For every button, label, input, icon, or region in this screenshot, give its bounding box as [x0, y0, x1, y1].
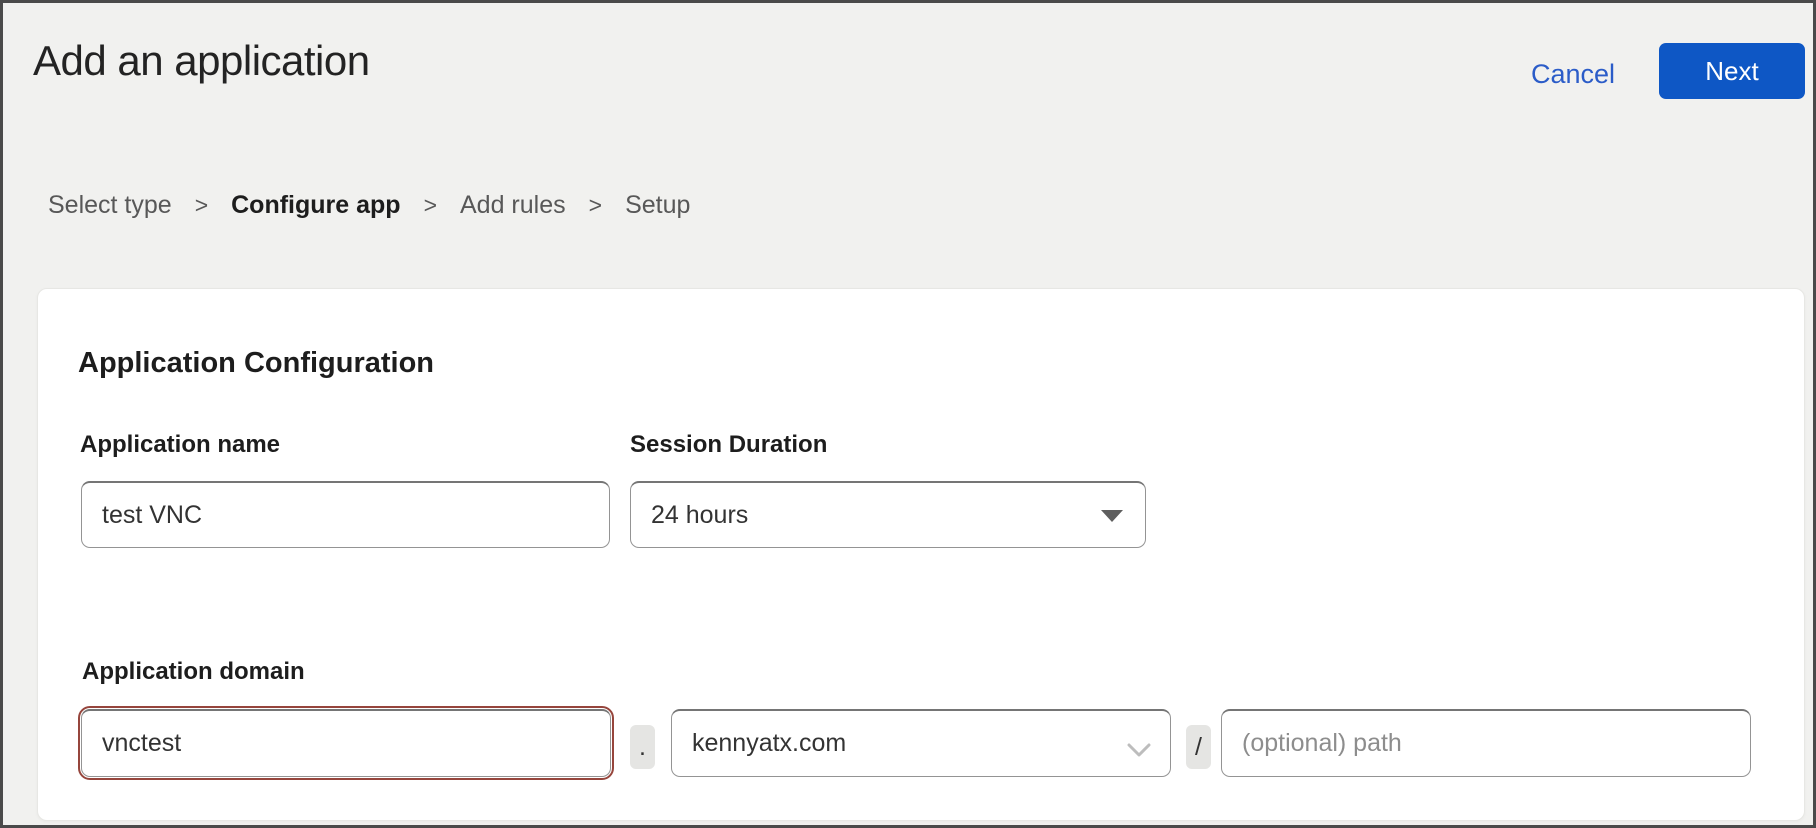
add-application-page: Add an application Cancel Next Select ty…: [0, 0, 1816, 828]
application-name-input[interactable]: [81, 481, 610, 548]
domain-select[interactable]: kennyatx.com: [671, 709, 1171, 777]
cancel-button[interactable]: Cancel: [1531, 59, 1615, 90]
breadcrumb-step-select-type[interactable]: Select type: [48, 191, 172, 220]
session-duration-select[interactable]: 24 hours: [630, 481, 1146, 548]
application-name-label: Application name: [80, 431, 280, 459]
breadcrumb-step-configure-app[interactable]: Configure app: [231, 191, 400, 220]
breadcrumb: Select type > Configure app > Add rules …: [48, 191, 690, 220]
breadcrumb-separator: >: [589, 192, 602, 219]
path-input[interactable]: [1221, 709, 1751, 777]
dot-separator: .: [630, 725, 655, 769]
session-duration-value: 24 hours: [651, 501, 748, 530]
chevron-down-icon: [1126, 736, 1152, 765]
next-button[interactable]: Next: [1659, 43, 1805, 99]
page-title: Add an application: [33, 37, 370, 85]
subdomain-input[interactable]: [81, 709, 611, 777]
domain-select-value: kennyatx.com: [692, 729, 846, 758]
breadcrumb-step-add-rules[interactable]: Add rules: [460, 191, 566, 220]
caret-down-icon: [1101, 510, 1123, 522]
breadcrumb-step-setup[interactable]: Setup: [625, 191, 690, 220]
session-duration-label: Session Duration: [630, 431, 827, 459]
breadcrumb-separator: >: [195, 192, 208, 219]
slash-separator: /: [1186, 725, 1211, 769]
application-domain-label: Application domain: [82, 658, 305, 686]
breadcrumb-separator: >: [424, 192, 437, 219]
section-title: Application Configuration: [78, 347, 434, 380]
